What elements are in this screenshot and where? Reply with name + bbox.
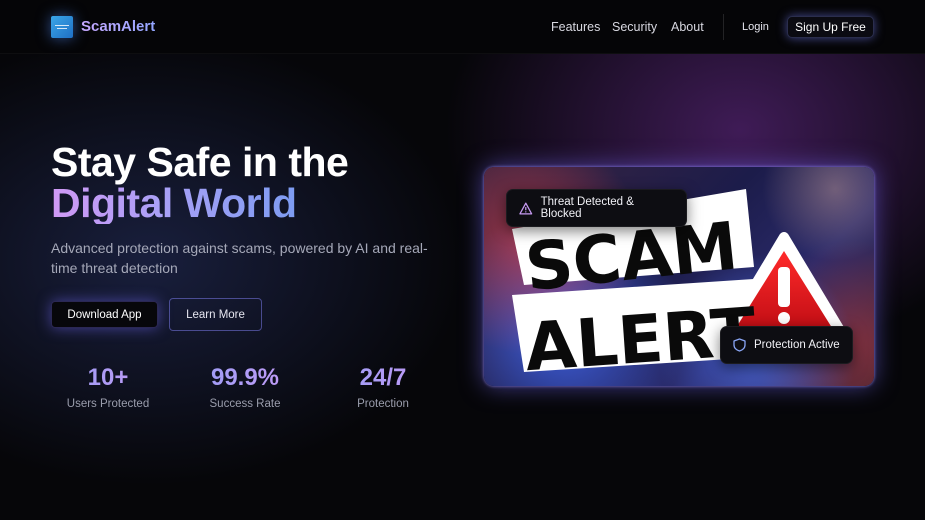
stat-protection-label: Protection <box>357 398 409 410</box>
protection-active-badge: Protection Active <box>720 326 853 364</box>
hero-title-line2: Digital World <box>51 180 297 226</box>
warning-triangle-icon <box>519 202 533 214</box>
threat-detected-label: Threat Detected & Blocked <box>540 196 634 220</box>
shield-icon <box>733 338 746 352</box>
top-navbar: ScamAlert Features Security About Login … <box>0 0 925 54</box>
logo-icon[interactable] <box>51 16 73 38</box>
nav-link-features[interactable]: Features <box>551 20 600 34</box>
nav-link-security[interactable]: Security <box>612 20 657 34</box>
stat-protection-value: 24/7 <box>333 364 433 392</box>
protection-active-label: Protection Active <box>754 339 840 351</box>
nav-link-about[interactable]: About <box>671 20 704 34</box>
stat-success-label: Success Rate <box>209 398 281 410</box>
learn-more-button[interactable]: Learn More <box>169 298 262 331</box>
nav-divider <box>723 14 724 40</box>
login-link[interactable]: Login <box>742 21 769 33</box>
stat-users-value: 10+ <box>58 364 158 392</box>
brand-name[interactable]: ScamAlert <box>81 18 155 35</box>
hero-subtitle: Advanced protection against scams, power… <box>51 240 428 276</box>
signup-button[interactable]: Sign Up Free <box>787 16 874 38</box>
download-app-button[interactable]: Download App <box>51 301 158 328</box>
hero-title-line1: Stay Safe in the <box>51 139 349 185</box>
stat-success-value: 99.9% <box>195 364 295 392</box>
threat-detected-badge: Threat Detected & Blocked <box>506 189 687 227</box>
stat-users-label: Users Protected <box>66 398 150 410</box>
